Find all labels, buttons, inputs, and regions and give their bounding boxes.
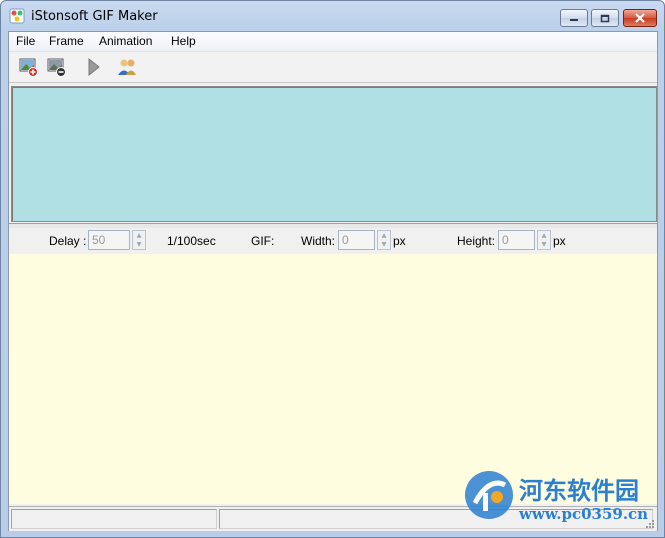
play-button[interactable] [81, 55, 105, 79]
remove-image-button[interactable] [45, 55, 69, 79]
height-spinner[interactable]: ▲ ▼ [537, 230, 551, 250]
width-input[interactable]: 0 [338, 230, 375, 250]
gif-label: GIF: [251, 234, 275, 248]
delay-spinner[interactable]: ▲ ▼ [132, 230, 146, 250]
play-icon [88, 57, 100, 77]
close-icon [635, 13, 645, 23]
app-gif-icon [9, 8, 25, 24]
app-window: iStonsoft GIF Maker File Frame Animation… [0, 0, 665, 538]
toolbar [9, 52, 657, 83]
maximize-icon [600, 14, 610, 22]
spin-down-icon: ▼ [541, 241, 547, 248]
delay-unit: 1/100sec [167, 234, 216, 248]
spin-down-icon: ▼ [136, 241, 142, 248]
users-button[interactable] [115, 55, 139, 79]
menu-bar: File Frame Animation Help [9, 32, 657, 52]
title-bar[interactable]: iStonsoft GIF Maker [1, 1, 664, 31]
watermark-text: 河东软件园 [519, 476, 639, 505]
spin-up-icon: ▲ [541, 232, 547, 239]
menu-help[interactable]: Help [171, 34, 196, 48]
height-unit: px [553, 234, 566, 248]
preview-panel [11, 86, 657, 222]
watermark-logo-icon [465, 471, 513, 519]
client-area: File Frame Animation Help Delay: 50 ▲ ▼… [8, 31, 658, 531]
minimize-icon [570, 19, 578, 21]
window-title: iStonsoft GIF Maker [31, 9, 158, 24]
watermark: 河东软件园 www.pc0359.cn [461, 467, 661, 527]
maximize-button[interactable] [591, 9, 619, 27]
delay-label: Delay : [49, 234, 87, 248]
spin-down-icon: ▼ [381, 241, 387, 248]
spin-up-icon: ▲ [136, 232, 142, 239]
spin-up-icon: ▲ [381, 232, 387, 239]
width-label: Width: [301, 234, 336, 248]
properties-bar: Delay : 50 ▲ ▼ 1/100sec GIF: Width: 0 ▲ ▼ … [9, 228, 657, 254]
add-image-button[interactable] [17, 55, 41, 79]
watermark-url: www.pc0359.cn [519, 505, 649, 523]
height-input[interactable]: 0 [498, 230, 535, 250]
users-icon [118, 59, 136, 75]
close-button[interactable] [623, 9, 657, 27]
height-label: Height: [457, 234, 496, 248]
menu-animation[interactable]: Animation [99, 34, 152, 48]
status-pane-left [11, 509, 217, 529]
remove-image-icon [47, 58, 66, 77]
menu-file[interactable]: File [16, 34, 35, 48]
width-spinner[interactable]: ▲ ▼ [377, 230, 391, 250]
add-image-icon [19, 58, 38, 77]
menu-frame[interactable]: Frame [49, 34, 84, 48]
width-unit: px [393, 234, 406, 248]
delay-input[interactable]: 50 [88, 230, 130, 250]
minimize-button[interactable] [560, 9, 588, 27]
